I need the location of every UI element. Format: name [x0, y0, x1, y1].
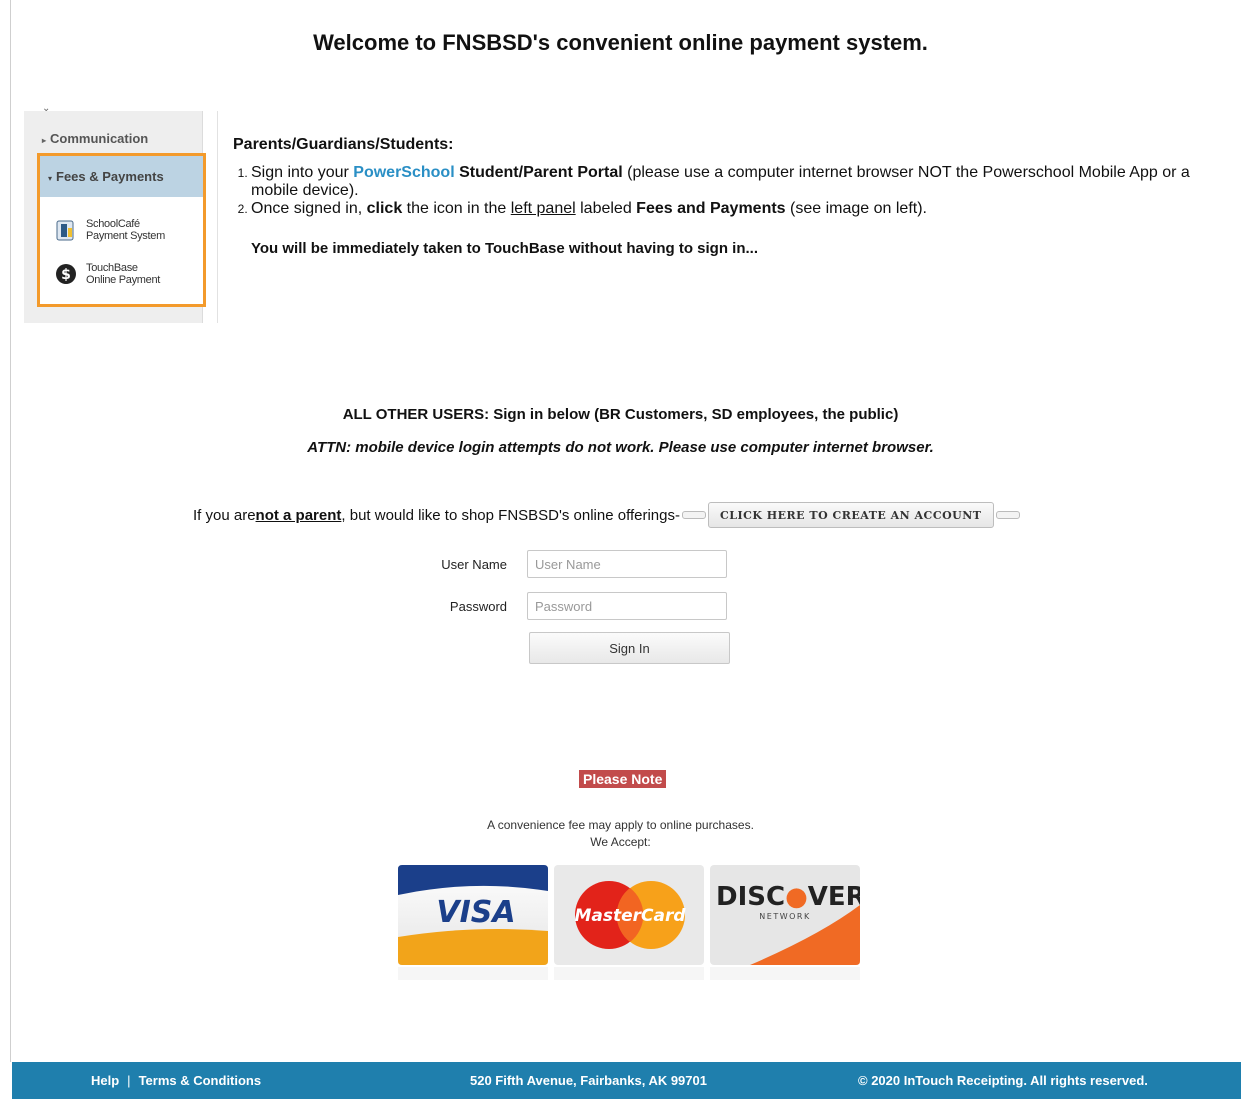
step1-text: Sign into your	[251, 164, 354, 181]
username-label: User Name	[441, 556, 507, 572]
instruction-step-2: Once signed in, click the icon in the le…	[251, 200, 1223, 218]
footer-separator: |	[127, 1073, 131, 1088]
fee-line-1: A convenience fee may apply to online pu…	[487, 818, 754, 832]
footer-address: 520 Fifth Avenue, Fairbanks, AK 99701	[470, 1073, 707, 1088]
instructions-list: Sign into your PowerSchool Student/Paren…	[233, 164, 1223, 218]
mastercard-logo: MasterCard	[554, 865, 704, 980]
footer-bar: Help | Terms & Conditions 520 Fifth Avenue…	[12, 1062, 1241, 1099]
instruction-step-1: Sign into your PowerSchool Student/Paren…	[251, 164, 1223, 200]
panel-fees-payments-item: ▾ Fees & Payments	[40, 156, 203, 197]
button-left-cap	[681, 511, 706, 519]
triangle-down-icon: ▾	[48, 174, 53, 183]
triangle-right-icon: ▸	[42, 136, 47, 145]
fee-notice: A convenience fee may apply to online pu…	[0, 817, 1241, 851]
touchbase-note: You will be immediately taken to TouchBa…	[251, 240, 758, 257]
page-left-rule	[10, 0, 11, 1062]
please-note-badge: Please Note	[579, 770, 667, 788]
username-input[interactable]	[527, 550, 727, 578]
instructions-title: Parents/Guardians/Students:	[233, 136, 454, 153]
password-row: Password	[417, 592, 727, 620]
discover-text-pre: DISC	[716, 882, 785, 912]
svg-text:DISC●VER: DISC●VER	[716, 882, 860, 912]
schoolcafe-label-line2: Payment System	[86, 230, 165, 242]
footer-copyright: © 2020 InTouch Receipting. All rights re…	[858, 1073, 1148, 1088]
student-parent-portal: Student/Parent Portal	[454, 164, 623, 181]
panel-divider	[217, 111, 218, 323]
panel-schoolcafe-item: SchoolCafé Payment System	[54, 218, 165, 242]
svg-text:$: $	[61, 267, 71, 283]
mobile-warning: ATTN: mobile device login attempts do no…	[307, 439, 934, 456]
password-input[interactable]	[527, 592, 727, 620]
caret-down-icon: ⌄	[42, 103, 51, 114]
discover-text-post: VER	[808, 882, 860, 912]
terms-link[interactable]: Terms & Conditions	[139, 1073, 262, 1088]
discover-network-text: NETWORK	[759, 912, 810, 921]
we-accept-label: We Accept:	[590, 835, 651, 849]
parent-instructions: Parents/Guardians/Students: Sign into yo…	[233, 136, 1223, 257]
other-users-heading: ALL OTHER USERS: Sign in below (BR Custo…	[342, 406, 899, 423]
create-account-row: If you are not a parent , but would like…	[193, 502, 1022, 528]
schoolcafe-label-line1: SchoolCafé	[86, 218, 140, 230]
step2-mid2: labeled	[575, 200, 637, 217]
panel-communication-label: Communication	[50, 131, 149, 146]
step2-click: click	[366, 200, 403, 217]
step2-fees-payments: Fees and Payments	[636, 200, 786, 217]
fees-payments-highlight: ▾ Fees & Payments SchoolCafé Payment Syste…	[37, 153, 206, 307]
footer-links: Help | Terms & Conditions	[91, 1073, 261, 1088]
mastercard-text: MasterCard	[574, 906, 686, 926]
help-link[interactable]: Help	[91, 1073, 119, 1088]
accepted-cards: VISA MasterCard DISC●VER NETWORK	[398, 865, 860, 980]
not-a-parent-text: not a parent	[255, 506, 342, 524]
create-account-button[interactable]: CLICK HERE TO CREATE AN ACCOUNT	[707, 502, 994, 528]
panel-touchbase-item: $ TouchBase Online Payment	[54, 262, 160, 286]
button-right-cap	[995, 511, 1020, 519]
panel-fees-payments-label: Fees & Payments	[56, 169, 164, 184]
touchbase-label-line2: Online Payment	[86, 274, 161, 286]
create-pre-text: If you are	[193, 506, 256, 524]
password-label: Password	[449, 598, 507, 614]
panel-communication-item: ▸ Communication	[42, 131, 148, 146]
visa-text: VISA	[436, 895, 515, 930]
sign-in-button[interactable]: Sign In	[529, 632, 730, 664]
create-post-text: , but would like to shop FNSBSD's online…	[341, 506, 680, 524]
step2-mid: the icon in the	[402, 200, 511, 217]
page-title: Welcome to FNSBSD's convenient online pa…	[313, 30, 928, 55]
visa-card-logo: VISA	[398, 865, 548, 980]
step2-text: Once signed in,	[251, 200, 367, 217]
schoolcafe-icon	[54, 218, 78, 242]
discover-card-logo: DISC●VER NETWORK	[710, 865, 860, 980]
username-row: User Name	[417, 550, 727, 578]
step2-left-panel: left panel	[510, 200, 576, 217]
dollar-circle-icon: $	[54, 262, 78, 286]
step2-note: (see image on left).	[785, 200, 927, 217]
touchbase-label-line1: TouchBase	[86, 262, 138, 274]
powerschool-link[interactable]: PowerSchool	[353, 164, 454, 181]
